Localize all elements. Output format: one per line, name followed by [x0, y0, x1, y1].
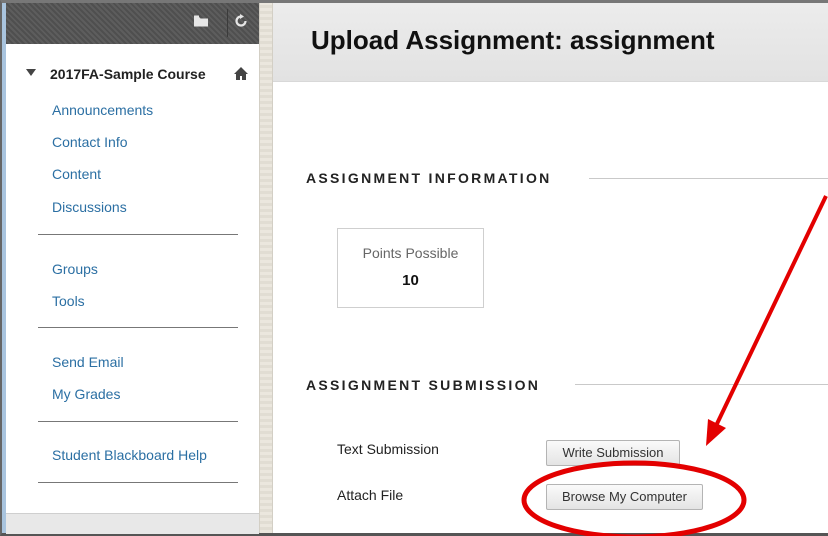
sidebar-item-tools[interactable]: Tools: [52, 293, 85, 309]
menu-divider: [38, 234, 238, 235]
sidebar-item-contact-info[interactable]: Contact Info: [52, 134, 128, 150]
course-sidebar: 2017FA-Sample Course Announcements Contac…: [6, 3, 259, 534]
section-divider: [575, 384, 828, 385]
home-icon[interactable]: [233, 66, 249, 82]
write-submission-button[interactable]: Write Submission: [546, 440, 680, 466]
points-possible-label: Points Possible: [362, 245, 459, 261]
sidebar-item-groups[interactable]: Groups: [52, 261, 98, 277]
assignment-information-heading: ASSIGNMENT INFORMATION: [306, 170, 552, 186]
toolbar-separator: [227, 9, 228, 37]
sidebar-footer: [6, 513, 259, 534]
folder-icon[interactable]: [192, 14, 210, 32]
collapse-caret-icon[interactable]: [26, 69, 36, 76]
menu-divider: [38, 327, 238, 328]
sidebar-item-my-grades[interactable]: My Grades: [52, 386, 120, 402]
sidebar-resize-handle[interactable]: [259, 3, 273, 533]
sidebar-toolbar: [6, 3, 259, 44]
menu-divider: [38, 482, 238, 483]
main-content: Upload Assignment: assignment ASSIGNMENT…: [273, 3, 828, 533]
assignment-submission-heading: ASSIGNMENT SUBMISSION: [306, 377, 541, 393]
points-possible-value: 10: [402, 272, 419, 289]
course-header[interactable]: 2017FA-Sample Course: [6, 65, 259, 85]
browse-my-computer-button[interactable]: Browse My Computer: [546, 484, 703, 510]
page-title: Upload Assignment: assignment: [311, 25, 715, 55]
course-title[interactable]: 2017FA-Sample Course: [50, 66, 206, 82]
sidebar-item-discussions[interactable]: Discussions: [52, 199, 127, 215]
page-header: Upload Assignment: assignment: [273, 3, 828, 82]
section-divider: [589, 178, 828, 179]
text-submission-label: Text Submission: [337, 441, 439, 457]
sidebar-item-content[interactable]: Content: [52, 166, 101, 182]
attach-file-label: Attach File: [337, 487, 404, 503]
menu-divider: [38, 421, 238, 422]
sidebar-item-announcements[interactable]: Announcements: [52, 102, 153, 118]
refresh-icon[interactable]: [232, 14, 250, 32]
sidebar-item-student-blackboard-help[interactable]: Student Blackboard Help: [52, 447, 207, 463]
points-possible-card: Points Possible 10: [337, 228, 484, 308]
sidebar-item-send-email[interactable]: Send Email: [52, 354, 124, 370]
